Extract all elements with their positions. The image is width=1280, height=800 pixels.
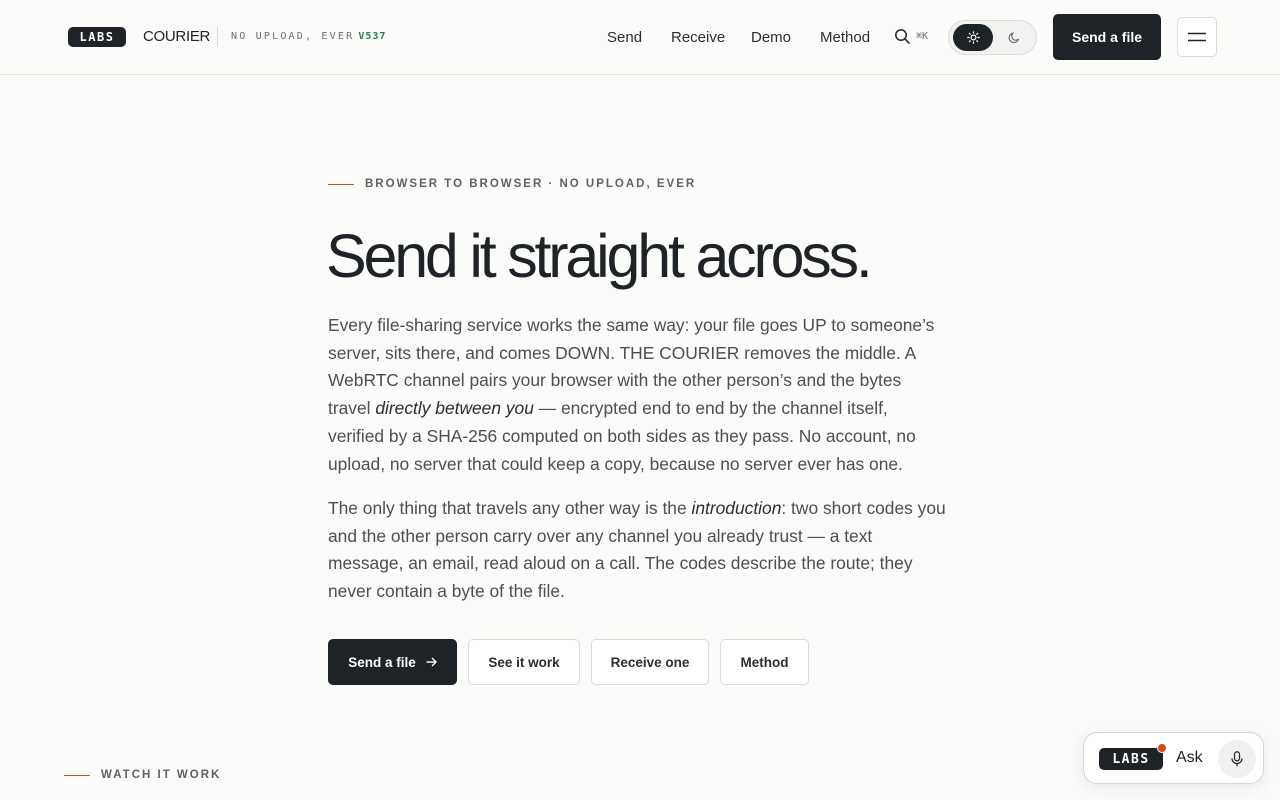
eyebrow-rule bbox=[328, 183, 354, 185]
nav-receive[interactable]: Receive bbox=[671, 29, 725, 46]
intro-emphasis: directly between you bbox=[375, 398, 534, 419]
eyebrow-text: BROWSER TO BROWSER · NO UPLOAD, EVER bbox=[365, 178, 697, 190]
theme-dark-option[interactable] bbox=[994, 24, 1034, 51]
receive-one-button[interactable]: Receive one bbox=[591, 639, 709, 685]
send-file-header-button[interactable]: Send a file bbox=[1053, 14, 1161, 60]
send-file-button[interactable]: Send a file bbox=[328, 639, 457, 685]
ask-logo: LABS bbox=[1099, 748, 1163, 770]
tagline-text: NO UPLOAD, EVER bbox=[231, 31, 355, 42]
search-button[interactable]: ⌘K bbox=[894, 28, 928, 45]
ask-widget[interactable]: LABS Ask bbox=[1083, 732, 1264, 784]
send-file-label: Send a file bbox=[348, 654, 416, 670]
method-button[interactable]: Method bbox=[720, 639, 809, 685]
microphone-icon bbox=[1231, 751, 1243, 767]
nav-method[interactable]: Method bbox=[820, 29, 870, 46]
intro-paragraph: Every file-sharing service works the sam… bbox=[328, 312, 946, 478]
microphone-button[interactable] bbox=[1218, 740, 1256, 778]
page-title: Send it straight across. bbox=[326, 222, 873, 290]
theme-toggle[interactable] bbox=[948, 20, 1037, 55]
brand-name[interactable]: COURIER bbox=[143, 28, 210, 45]
menu-button[interactable] bbox=[1177, 17, 1217, 57]
brand-divider bbox=[217, 27, 218, 47]
ask-logo-text: LABS bbox=[1112, 751, 1150, 767]
tagline: NO UPLOAD, EVER V537 bbox=[231, 31, 386, 42]
introduction-paragraph: The only thing that travels any other wa… bbox=[328, 495, 946, 606]
site-header: LABS COURIER NO UPLOAD, EVER V537 Send Re… bbox=[0, 0, 1280, 75]
section-label-text: WATCH IT WORK bbox=[101, 769, 222, 781]
search-shortcut: ⌘K bbox=[916, 31, 929, 42]
hamburger-icon bbox=[1188, 32, 1206, 42]
notification-dot bbox=[1157, 743, 1167, 753]
introduction-text-start: The only thing that travels any other wa… bbox=[328, 498, 692, 518]
ask-label[interactable]: Ask bbox=[1176, 749, 1203, 767]
section-rule bbox=[64, 774, 90, 776]
nav-demo[interactable]: Demo bbox=[751, 29, 791, 46]
search-icon bbox=[895, 29, 910, 44]
moon-icon bbox=[1008, 32, 1019, 44]
nav-send[interactable]: Send bbox=[607, 29, 642, 46]
version-badge: V537 bbox=[358, 31, 387, 42]
arrow-right-icon bbox=[426, 657, 437, 667]
logo-text: LABS bbox=[79, 30, 115, 44]
sun-icon bbox=[966, 31, 980, 44]
see-it-work-button[interactable]: See it work bbox=[468, 639, 580, 685]
introduction-emphasis: introduction bbox=[691, 498, 782, 518]
labs-logo[interactable]: LABS bbox=[68, 27, 126, 47]
theme-light-option[interactable] bbox=[953, 24, 993, 51]
hero-eyebrow: BROWSER TO BROWSER · NO UPLOAD, EVER bbox=[328, 178, 696, 190]
watch-section-label: WATCH IT WORK bbox=[64, 769, 221, 781]
